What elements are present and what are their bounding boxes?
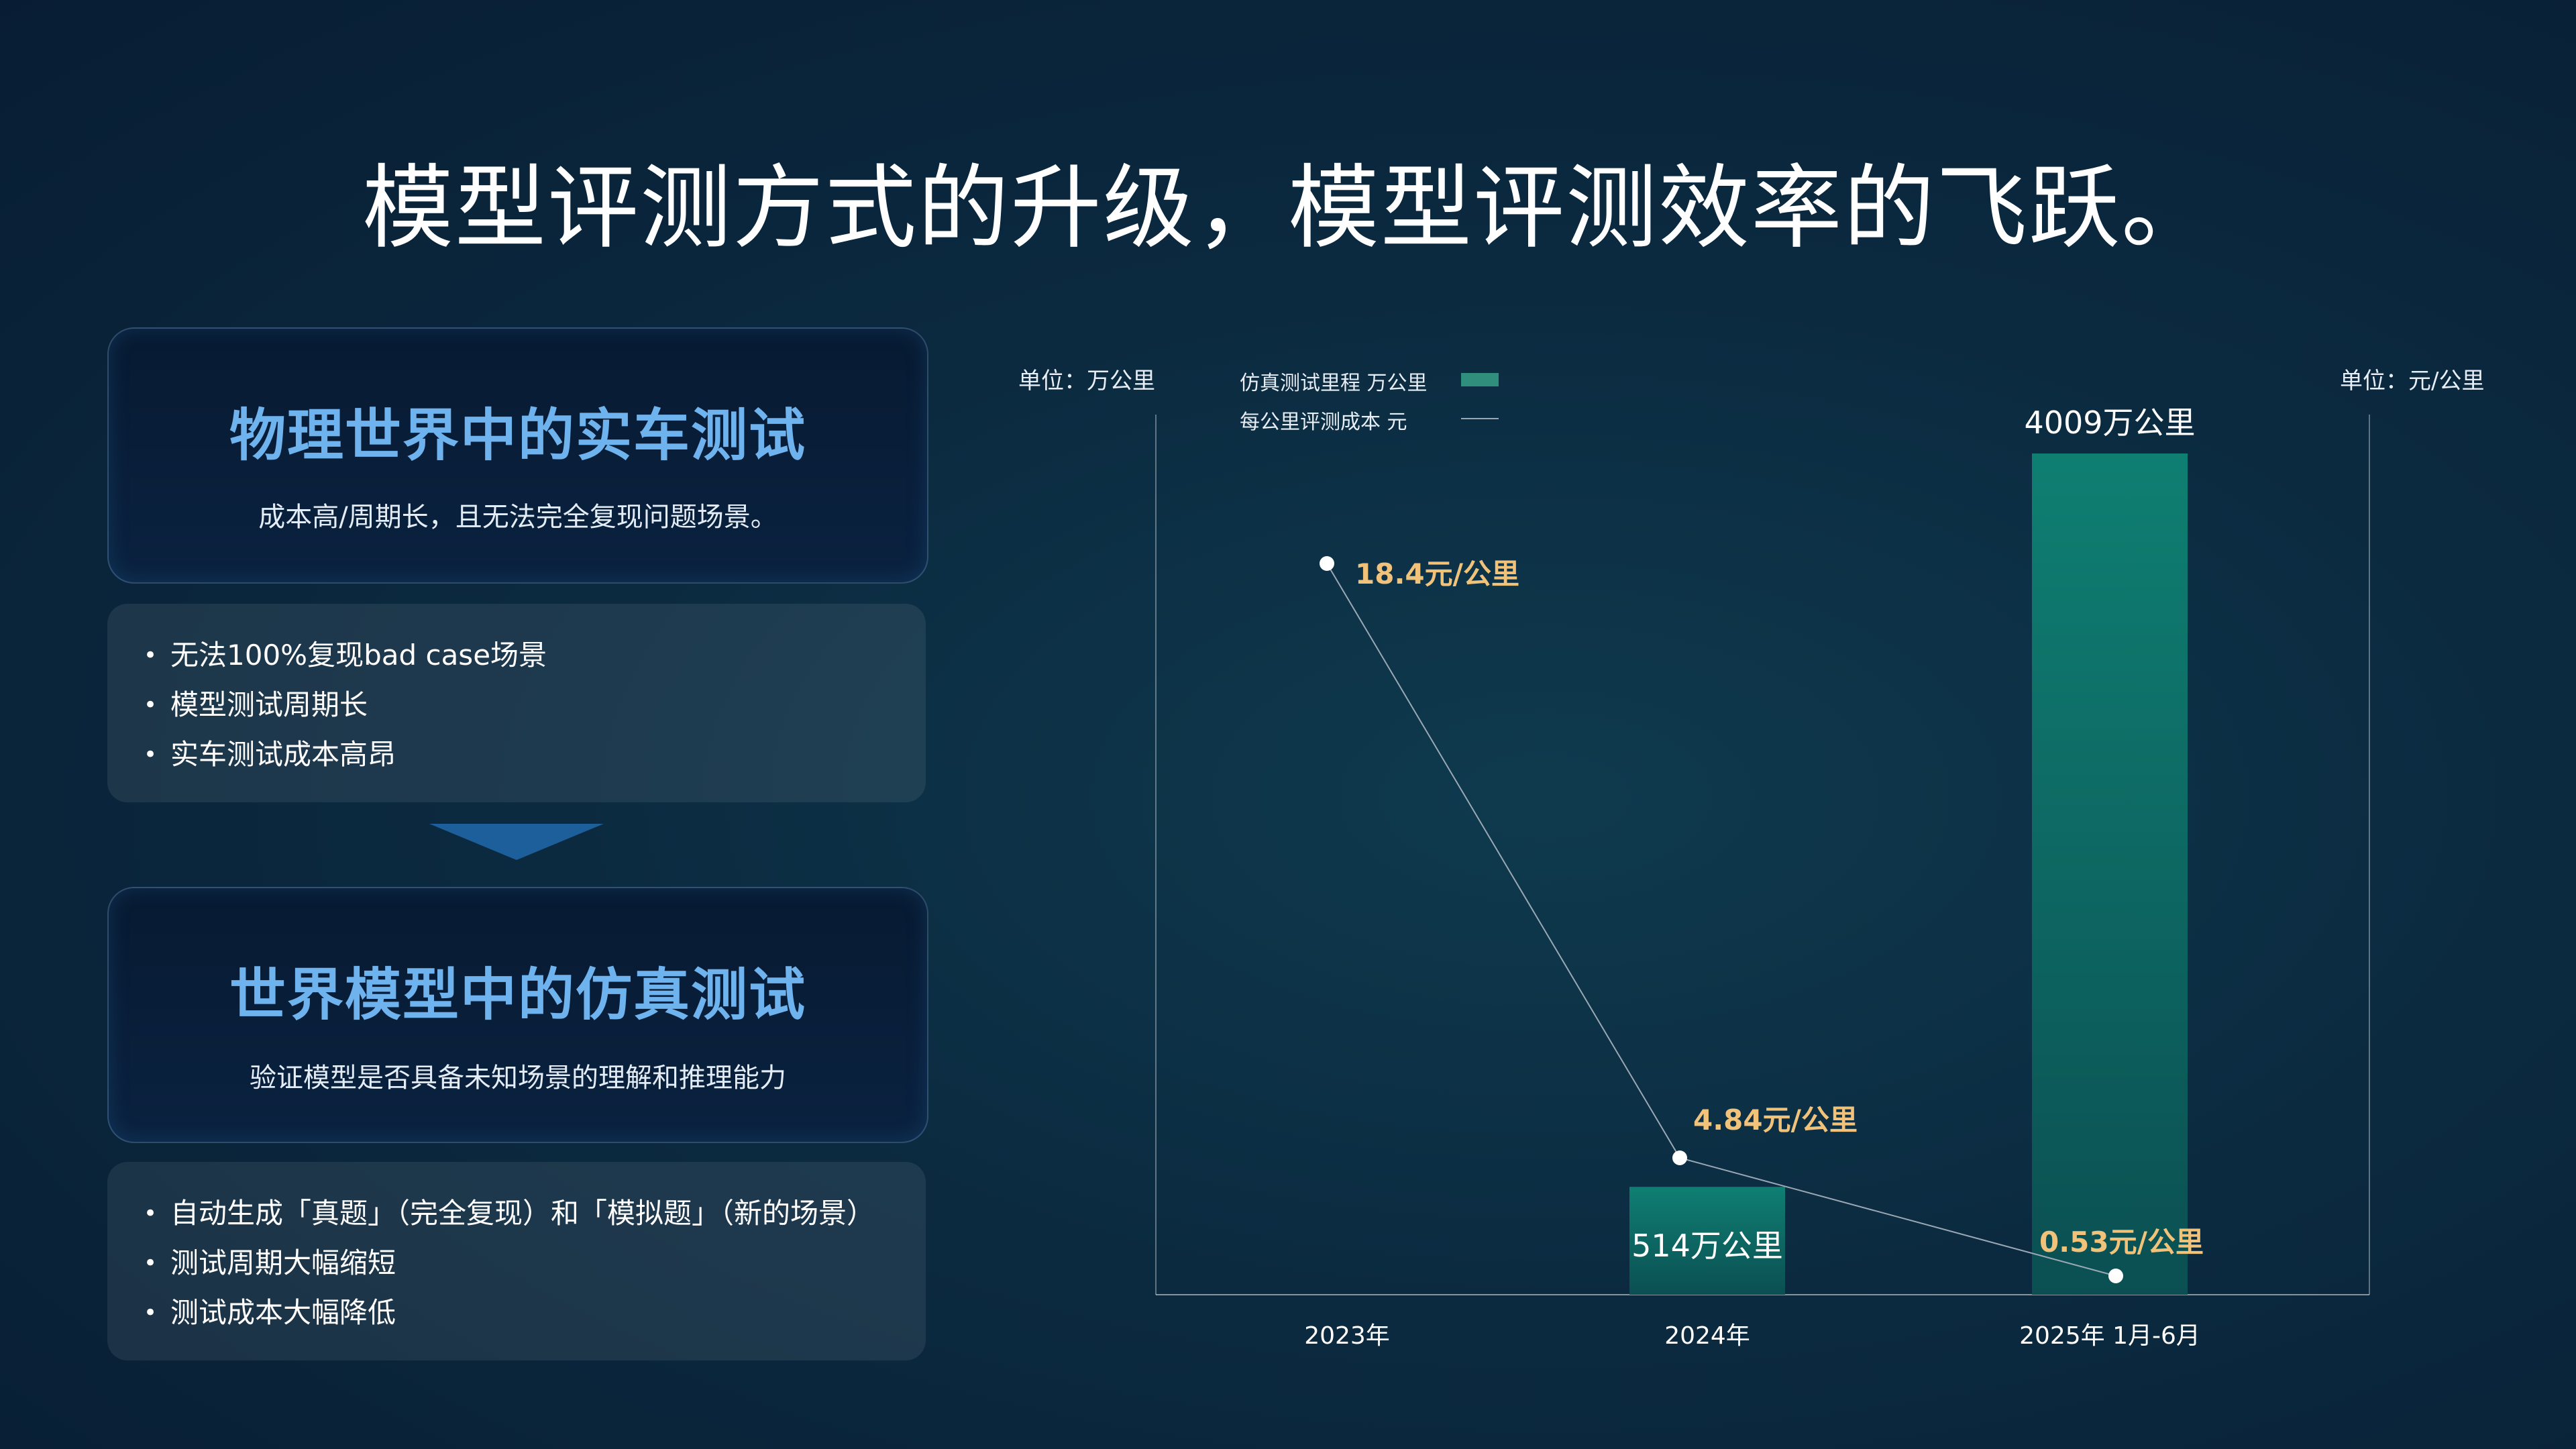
bar-data-label: 514万公里 <box>1631 1228 1783 1265</box>
x-tick-label: 2023年 <box>1304 1322 1390 1350</box>
legend-bar-label: 仿真测试里程 万公里 <box>1240 372 1428 395</box>
left-axis-unit: 单位：万公里 <box>1018 368 1155 394</box>
x-tick-label: 2025年 1月-6月 <box>2019 1322 2200 1350</box>
cost-data-label: 0.53元/公里 <box>2039 1226 2204 1258</box>
legend-bar-swatch <box>1461 373 1499 386</box>
cost-data-label: 4.84元/公里 <box>1693 1104 1858 1136</box>
legend-line-label: 每公里评测成本 元 <box>1240 411 1407 434</box>
x-tick-label: 2024年 <box>1664 1322 1750 1350</box>
cost-point <box>1320 556 1334 571</box>
cost-point <box>2108 1269 2123 1283</box>
mileage-bar <box>2032 453 2188 1295</box>
bar-data-label: 4009万公里 <box>2024 405 2196 441</box>
cost-line <box>1326 563 2116 1277</box>
right-axis-unit: 单位：元/公里 <box>2340 368 2485 394</box>
cost-data-label: 18.4元/公里 <box>1355 557 1519 590</box>
cost-point <box>1672 1150 1687 1165</box>
